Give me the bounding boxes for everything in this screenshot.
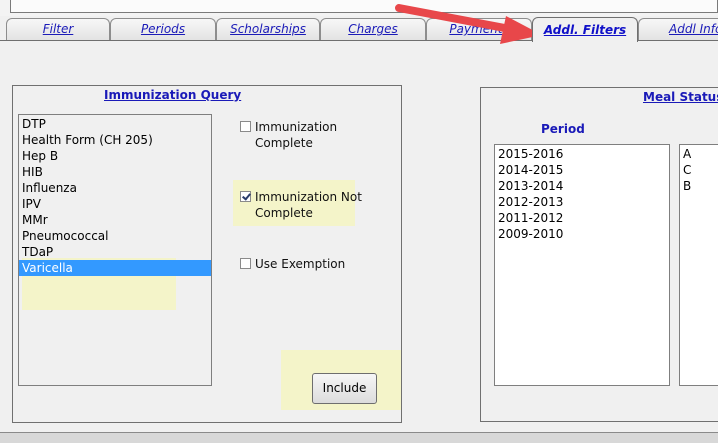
use-exemption-checkbox[interactable] <box>240 258 251 269</box>
tab-addl-info[interactable]: Addl Info <box>638 18 718 40</box>
immunization-complete-option[interactable]: Immunization Complete <box>240 119 337 151</box>
list-item[interactable]: C <box>680 162 718 178</box>
label-line: Immunization Not <box>255 190 362 204</box>
list-item-selected[interactable]: Varicella <box>19 260 211 276</box>
meal-code-listbox[interactable]: A C B <box>679 144 718 386</box>
immunization-not-complete-option[interactable]: Immunization Not Complete <box>240 189 362 221</box>
list-item[interactable]: 2014-2015 <box>495 162 669 178</box>
tab-charges[interactable]: Charges <box>320 18 426 40</box>
list-item[interactable]: 2015-2016 <box>495 146 669 162</box>
list-item[interactable]: 2009-2010 <box>495 226 669 242</box>
tab-periods[interactable]: Periods <box>110 18 216 40</box>
list-item[interactable]: IPV <box>19 196 211 212</box>
list-item[interactable]: TDaP <box>19 244 211 260</box>
immunization-listbox[interactable]: DTP Health Form (CH 205) Hep B HIB Influ… <box>18 114 212 386</box>
include-button[interactable]: Include <box>312 373 377 404</box>
label-line: Complete <box>255 136 313 150</box>
tab-filter[interactable]: Filter <box>6 18 110 40</box>
immunization-complete-label: Immunization Complete <box>255 119 337 151</box>
label-line: Complete <box>255 206 313 220</box>
list-item[interactable]: 2011-2012 <box>495 210 669 226</box>
list-item[interactable]: Health Form (CH 205) <box>19 132 211 148</box>
list-item[interactable]: Hep B <box>19 148 211 164</box>
list-item[interactable]: A <box>680 146 718 162</box>
top-input-frame <box>10 0 718 13</box>
list-item[interactable]: DTP <box>19 116 211 132</box>
list-item[interactable]: HIB <box>19 164 211 180</box>
tab-scholarships[interactable]: Scholarships <box>216 18 320 40</box>
bottom-edge <box>0 432 718 443</box>
use-exemption-label: Use Exemption <box>255 257 346 271</box>
label-line: Immunization <box>255 120 338 134</box>
list-item[interactable]: Influenza <box>19 180 211 196</box>
immunization-complete-checkbox[interactable] <box>240 121 251 132</box>
list-item[interactable]: Pneumococcal <box>19 228 211 244</box>
immunization-not-complete-label: Immunization Not Complete <box>255 189 362 221</box>
list-item[interactable]: MMr <box>19 212 211 228</box>
period-listbox[interactable]: 2015-2016 2014-2015 2013-2014 2012-2013 … <box>494 144 670 386</box>
tab-payments[interactable]: Payments <box>426 18 532 40</box>
list-item[interactable]: 2012-2013 <box>495 194 669 210</box>
period-label: Period <box>541 122 585 136</box>
top-toolbar-strip <box>0 0 718 16</box>
tab-addl-filters[interactable]: Addl. Filters <box>532 17 638 42</box>
list-item[interactable]: B <box>680 178 718 194</box>
meal-status-title: Meal Status <box>643 90 718 104</box>
list-item[interactable]: 2013-2014 <box>495 178 669 194</box>
immunization-query-title: Immunization Query <box>104 88 242 102</box>
immunization-not-complete-checkbox[interactable] <box>240 191 251 202</box>
use-exemption-option[interactable]: Use Exemption <box>240 256 345 272</box>
